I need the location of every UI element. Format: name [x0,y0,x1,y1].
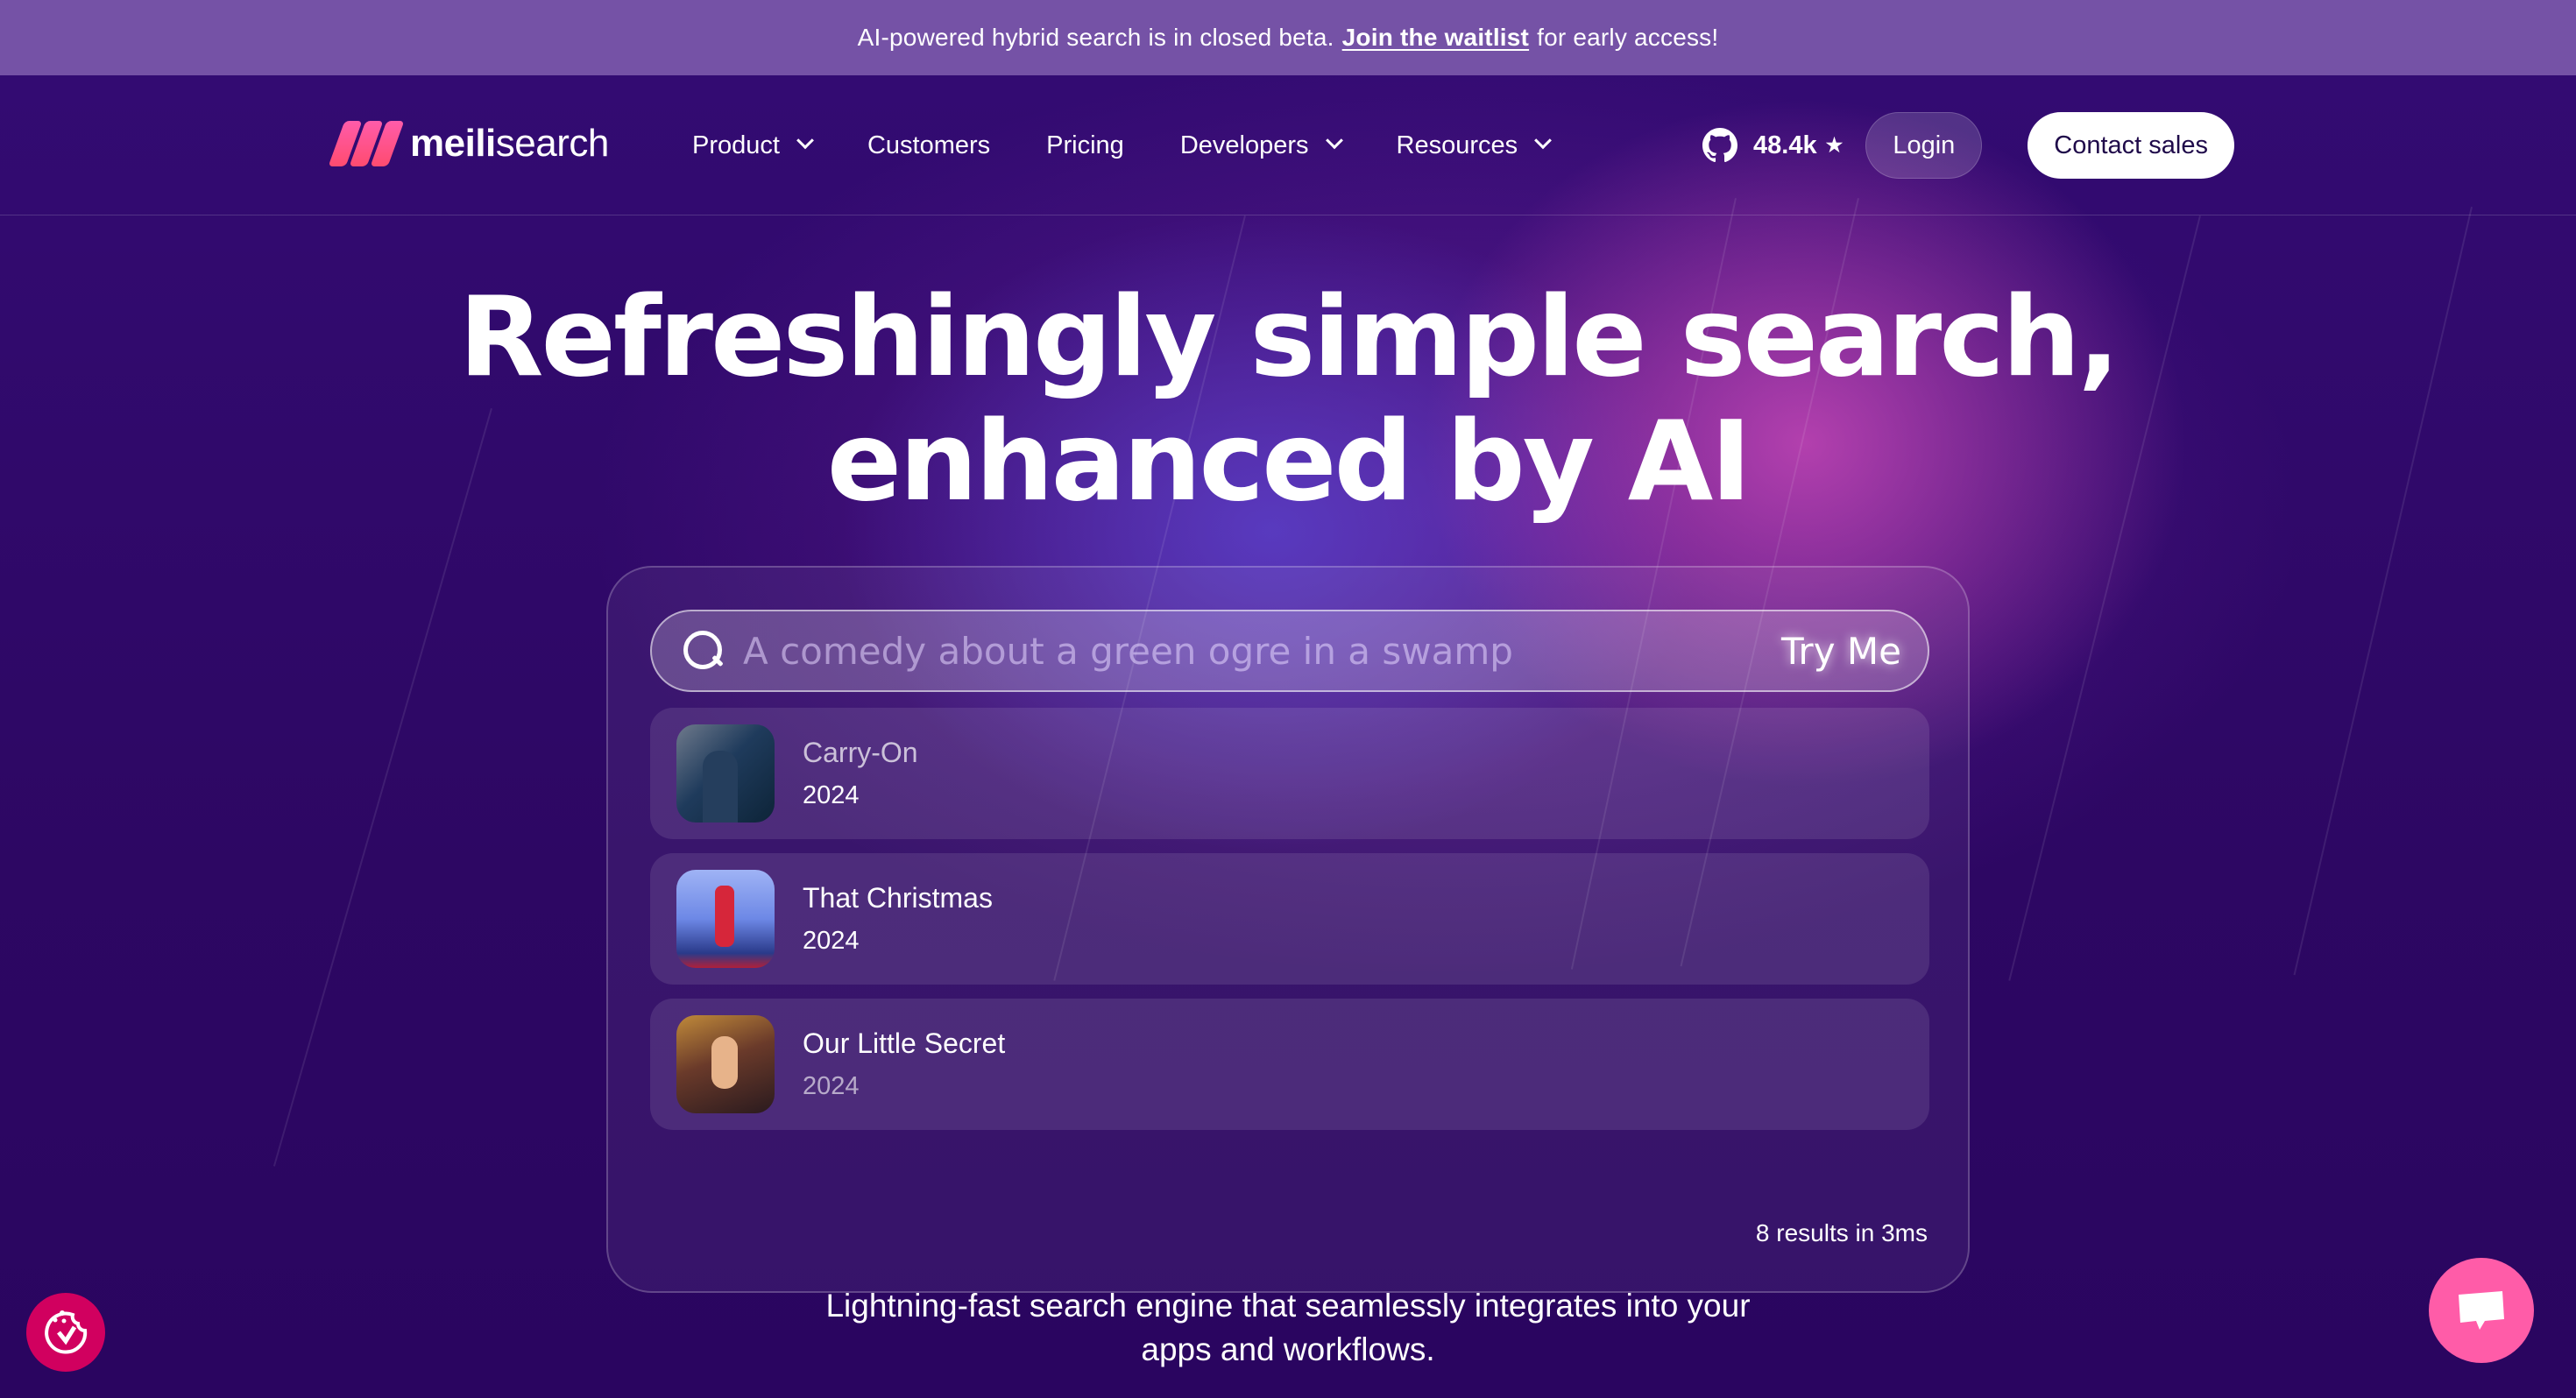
meilisearch-logo-icon [324,121,405,166]
result-year: 2024 [803,1072,860,1100]
hero-subtitle-line-2: apps and workflows. [1141,1331,1435,1367]
result-title: That Christmas [803,882,993,914]
banner-text: AI-powered hybrid search is in closed be… [857,24,1334,51]
result-text: Our Little Secret 2024 [803,1027,1005,1101]
hero-title-line-1: Refreshingly simple search, [458,272,2120,401]
cookie-consent-button[interactable] [26,1293,105,1372]
result-title: Our Little Secret [803,1027,1006,1059]
hero-title: Refreshingly simple search, enhanced by … [0,275,2576,524]
nav-resources-label: Resources [1396,131,1518,159]
github-stars-link[interactable]: 48.4k ★ [1702,128,1843,163]
search-result-item[interactable]: Carry-On 2024 [650,708,1929,839]
nav-pricing[interactable]: Pricing [1046,131,1124,160]
chat-widget-button[interactable] [2429,1258,2534,1363]
nav-product-label: Product [692,131,780,159]
hero-section: meilisearch Product Customers Pricing De… [0,75,2576,1398]
nav-pricing-label: Pricing [1046,131,1124,159]
chevron-down-icon [1534,131,1553,150]
demo-search-bar[interactable]: Try Me [650,610,1929,692]
nav-resources[interactable]: Resources [1396,131,1553,160]
github-icon [1702,128,1738,163]
chevron-down-icon [796,131,814,150]
join-waitlist-link[interactable]: Join the waitlist [1342,24,1529,52]
result-year: 2024 [803,927,860,955]
contact-sales-button[interactable]: Contact sales [2028,112,2234,179]
search-demo-panel: Try Me Carry-On 2024 That Christmas 2024… [606,566,1970,1293]
chevron-down-icon [1325,131,1343,150]
search-result-item[interactable]: Our Little Secret 2024 [650,999,1929,1130]
result-year: 2024 [803,781,860,809]
nav-actions: 48.4k ★ Login Contact sales [1702,75,2234,215]
nav-product[interactable]: Product [692,131,814,160]
movie-poster [676,1015,775,1113]
nav-developers[interactable]: Developers [1179,131,1343,160]
hero-title-line-2: enhanced by AI [826,397,1752,526]
result-title: Carry-On [803,737,918,768]
try-me-button[interactable]: Try Me [1781,630,1901,673]
results-count: 8 results in 3ms [1755,1219,1928,1246]
result-text: Carry-On 2024 [803,737,918,810]
movie-poster [676,724,775,823]
meilisearch-logo[interactable]: meilisearch [324,121,609,166]
logo-wordmark-light: search [495,122,610,165]
logo-wordmark: meilisearch [410,122,609,166]
top-navigation: meilisearch Product Customers Pricing De… [0,75,2576,215]
login-button[interactable]: Login [1865,112,1983,179]
nav-customers-label: Customers [867,131,991,159]
announcement-banner: AI-powered hybrid search is in closed be… [0,0,2576,75]
nav-links: Product Customers Pricing Developers Res… [692,75,1605,215]
nav-developers-label: Developers [1179,131,1309,159]
search-result-item[interactable]: That Christmas 2024 [650,853,1929,985]
github-star-count: 48.4k [1753,131,1817,159]
movie-poster [676,870,775,968]
demo-search-input[interactable] [743,629,1781,673]
logo-wordmark-bold: meili [410,122,496,165]
chat-bubble-icon [2459,1291,2504,1330]
result-text: That Christmas 2024 [803,882,993,956]
hero-subtitle: Lightning-fast search engine that seamle… [0,1284,2576,1372]
star-icon: ★ [1825,134,1844,156]
hero-subtitle-line-1: Lightning-fast search engine that seamle… [825,1288,1751,1324]
banner-text-after: for early access! [1537,24,1719,51]
cookie-consent-icon [45,1310,88,1354]
nav-customers[interactable]: Customers [867,131,990,160]
search-icon [682,629,725,673]
